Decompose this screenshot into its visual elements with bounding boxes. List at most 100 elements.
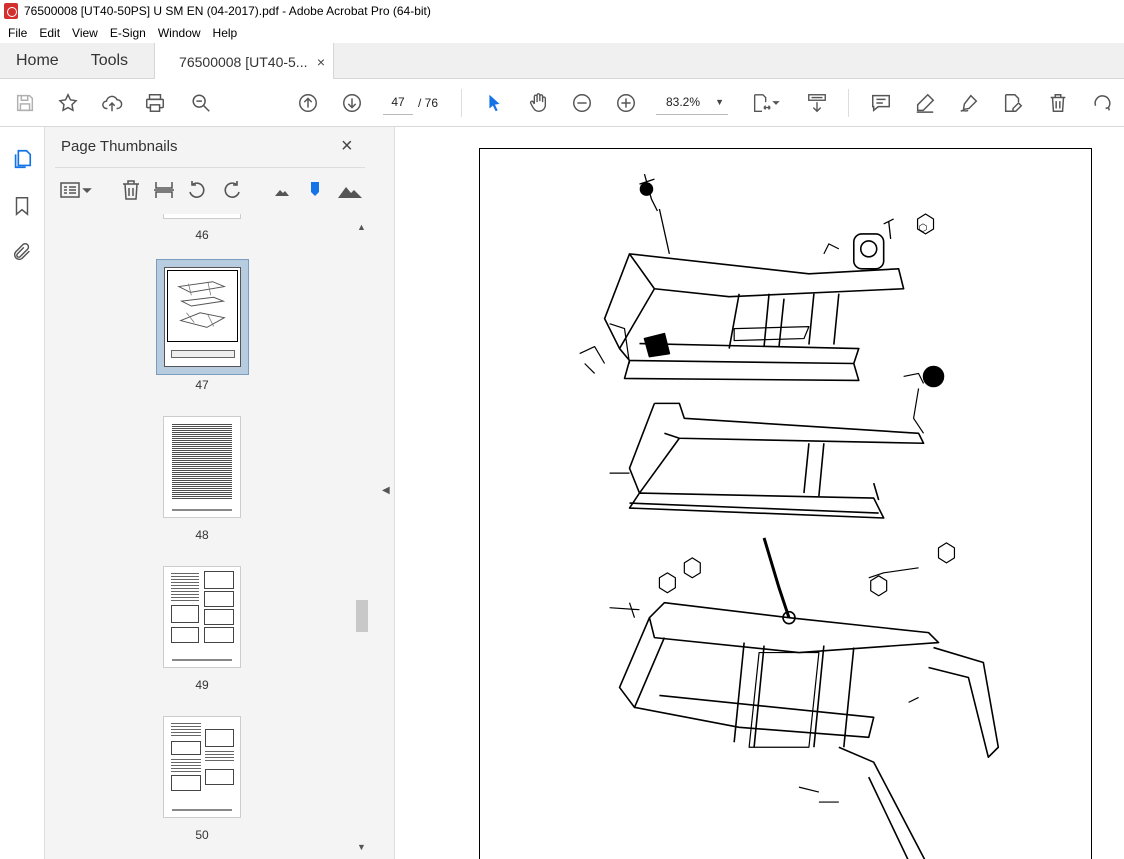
page-thumbnails-icon[interactable]: [11, 148, 33, 170]
thumbnail-scrollbar[interactable]: ▲ ▼: [355, 218, 369, 859]
rotate-clockwise-icon[interactable]: [221, 179, 243, 201]
thumbnail-page[interactable]: [163, 214, 241, 219]
panel-close-icon[interactable]: ×: [341, 135, 353, 158]
thumbnail-image: [204, 627, 234, 643]
title-bar: 76500008 [UT40-50PS] U SM EN (04-2017).p…: [0, 0, 1124, 22]
bookmark-star-icon[interactable]: [56, 91, 80, 115]
find-zoom-icon[interactable]: [189, 91, 213, 115]
thumbnail-page: [164, 267, 241, 367]
thumbnail-options-icon[interactable]: [59, 179, 95, 201]
menu-window[interactable]: Window: [152, 26, 207, 40]
tab-close-icon[interactable]: ×: [317, 54, 325, 70]
rotate-counterclockwise-icon[interactable]: [186, 179, 208, 201]
insert-page-icon[interactable]: [153, 179, 175, 201]
thumbnail-page[interactable]: [163, 566, 241, 668]
page-total: / 76: [418, 96, 439, 110]
thumbnail-image: [171, 741, 201, 755]
next-page-icon[interactable]: [340, 91, 364, 115]
attachments-paperclip-icon[interactable]: [11, 241, 33, 263]
menu-bar: File Edit View E-Sign Window Help: [0, 22, 1124, 43]
scrollbar-thumb[interactable]: [356, 600, 368, 632]
highlight-pen-icon[interactable]: [913, 91, 937, 115]
fit-dropdown-icon[interactable]: [770, 91, 782, 115]
thumbnail-drawing-frame: [167, 270, 238, 342]
thumbnail-page[interactable]: [163, 716, 241, 818]
thumbnail-image: [204, 591, 234, 607]
tab-document[interactable]: 76500008 [UT40-5... ×: [154, 43, 335, 80]
exploded-parts-drawing: ⬡: [579, 173, 1000, 859]
lower-carriage-assembly: [609, 537, 1000, 859]
page-thumbnails-panel: Page Thumbnails × 46 47 48 49 50: [45, 127, 375, 859]
thumbnail-footer: [172, 509, 232, 511]
menu-edit[interactable]: Edit: [33, 26, 66, 40]
thumbnail-footer: [172, 809, 232, 811]
hand-tool-icon[interactable]: [526, 91, 550, 115]
panel-divider: [55, 167, 365, 168]
thumbnail-page[interactable]: [163, 416, 241, 518]
panel-title: Page Thumbnails: [61, 138, 178, 155]
previous-page-icon[interactable]: [296, 91, 320, 115]
thumbnail-text-block: [205, 751, 234, 763]
main-toolbar: 47 / 76 83.2% ▼: [0, 79, 1124, 127]
thumbnail-footer: [171, 350, 235, 358]
select-cursor-icon[interactable]: [482, 91, 506, 115]
thumbnail-text-block: [171, 723, 201, 737]
thumbnail-image: [204, 571, 234, 589]
comment-icon[interactable]: [869, 91, 893, 115]
thumbnail-label: 47: [195, 378, 209, 392]
toolbar-divider: [848, 89, 849, 117]
tab-bar: Home Tools 76500008 [UT40-5... ×: [0, 43, 1124, 80]
thumbnail-size-slider[interactable]: [304, 179, 326, 201]
thumbnail-text-block: [171, 573, 199, 603]
upper-frame-assembly: [579, 173, 905, 382]
rotate-icon[interactable]: [1090, 91, 1114, 115]
tab-document-label: 76500008 [UT40-5...: [179, 53, 308, 70]
middle-frame-assembly: [609, 365, 945, 519]
thumbnail-label: 50: [195, 828, 209, 842]
thumbnail-label: 49: [195, 678, 209, 692]
document-view[interactable]: ⬡: [396, 127, 1124, 859]
thumbnail-label: 48: [195, 528, 209, 542]
thumbnail-text-block: [171, 759, 201, 773]
window-title: 76500008 [UT40-50PS] U SM EN (04-2017).p…: [24, 4, 431, 18]
edit-pdf-icon[interactable]: [1001, 91, 1025, 115]
scroll-up-icon[interactable]: ▲: [357, 222, 366, 232]
zoom-in-icon[interactable]: [614, 91, 638, 115]
delete-trash-icon[interactable]: [1046, 91, 1070, 115]
menu-help[interactable]: Help: [207, 26, 244, 40]
thumbnail-image: [204, 609, 234, 625]
thumbnail-image: [205, 729, 234, 747]
collapse-panel-icon[interactable]: ◀: [382, 485, 390, 496]
chevron-down-icon: ▼: [715, 97, 724, 107]
menu-esign[interactable]: E-Sign: [104, 26, 152, 40]
zoom-level-value: 83.2%: [666, 95, 701, 109]
toolbar-divider: [461, 89, 462, 117]
thumbnail-footer: [172, 659, 232, 661]
menu-view[interactable]: View: [66, 26, 104, 40]
thumbnail-large-icon[interactable]: [337, 179, 363, 201]
thumbnail-list: 46 47 48 49 50: [55, 214, 370, 859]
page-number-input[interactable]: 47: [383, 91, 413, 115]
thumbnail-selection[interactable]: [156, 259, 249, 375]
thumbnail-small-icon[interactable]: [271, 179, 293, 201]
zoom-out-icon[interactable]: [570, 91, 594, 115]
scroll-mode-icon[interactable]: [805, 91, 829, 115]
thumbnail-image: [205, 769, 234, 785]
scroll-down-icon[interactable]: ▼: [357, 842, 366, 852]
pdf-page: ⬡: [479, 148, 1092, 859]
tab-home[interactable]: Home: [0, 43, 75, 78]
sign-pen-icon[interactable]: [957, 91, 981, 115]
tab-tools[interactable]: Tools: [75, 43, 144, 78]
save-icon[interactable]: [13, 91, 37, 115]
bookmarks-icon[interactable]: [11, 195, 33, 217]
upload-cloud-icon[interactable]: [100, 91, 124, 115]
acrobat-app-icon: [4, 3, 18, 19]
thumbnail-image: [171, 605, 199, 623]
panel-splitter[interactable]: ◀: [375, 127, 395, 859]
menu-file[interactable]: File: [2, 26, 33, 40]
thumbnail-image: [171, 627, 199, 643]
print-icon[interactable]: [143, 91, 167, 115]
zoom-level-select[interactable]: 83.2% ▼: [656, 91, 728, 115]
delete-page-icon[interactable]: [120, 179, 142, 201]
thumbnail-text-block: [172, 424, 232, 500]
